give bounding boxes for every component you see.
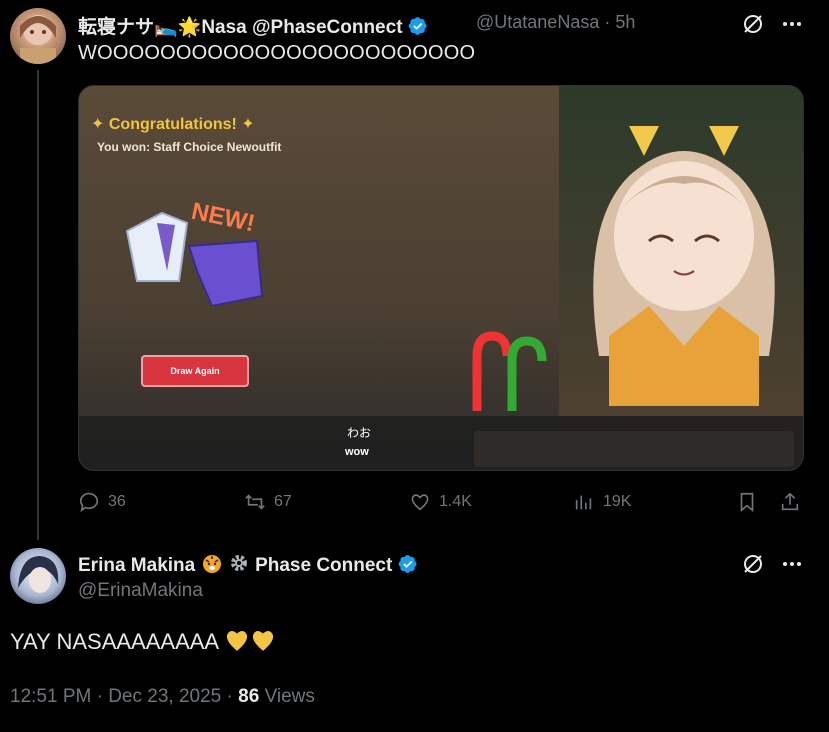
popup-title-row: ✦ Congratulations! ✦	[91, 114, 255, 134]
grok-icon[interactable]	[741, 552, 765, 581]
sparkle-icon: ✦	[91, 116, 109, 133]
handle-2[interactable]: @ErinaMakina	[78, 580, 203, 602]
views-number: 86	[238, 686, 260, 707]
subtitle-jp: わお	[347, 426, 372, 440]
popup-subtitle: You won: Staff Choice Newoutfit	[97, 140, 282, 154]
draw-again-label: Draw Again	[170, 366, 220, 376]
tweet-meta: @UtataneNasa · 5h	[476, 12, 635, 33]
tweet-text-2: YAY NASAAAAAAAA	[10, 628, 276, 658]
like-count: 1.4K	[439, 493, 472, 510]
draw-again-button[interactable]: Draw Again	[141, 355, 249, 387]
avatar-erina[interactable]	[10, 548, 66, 604]
handle[interactable]: @UtataneNasa	[476, 12, 599, 32]
thread-line	[37, 70, 39, 540]
tiger-face-icon	[201, 552, 223, 580]
paw-mat	[474, 431, 794, 467]
popup-title: Congratulations!	[108, 116, 237, 133]
more-options-icon[interactable]	[780, 552, 804, 581]
views-button[interactable]: 19K	[573, 491, 631, 513]
yellow-heart-icon	[224, 628, 250, 658]
author-name[interactable]: 転寝ナサ🛌🌟Nasa @PhaseConnect	[78, 12, 428, 39]
separator-dot: ·	[226, 686, 239, 707]
bookmark-icon	[740, 492, 754, 513]
post-timestamp[interactable]: 12:51 PM · Dec 23, 2025	[10, 686, 221, 707]
tweet-media[interactable]: ✦ Congratulations! ✦ You won: Staff Choi…	[78, 85, 804, 471]
share-button[interactable]	[779, 491, 801, 513]
repost-icon	[245, 494, 265, 510]
display-name[interactable]: 転寝ナサ🛌🌟Nasa @PhaseConnect	[78, 17, 403, 38]
verified-badge-icon	[398, 555, 417, 573]
analytics-icon	[575, 495, 592, 510]
avatar-nasa[interactable]	[10, 8, 66, 64]
like-button[interactable]: 1.4K	[409, 491, 472, 513]
heart-icon	[411, 494, 429, 511]
display-name-2[interactable]: Erina Makina	[78, 555, 195, 576]
repost-count: 67	[274, 493, 292, 510]
tweet-text: WOOOOOOOOOOOOOOOOOOOOOOOO	[78, 42, 476, 64]
repost-button[interactable]: 67	[244, 491, 292, 513]
grok-icon[interactable]	[741, 12, 765, 41]
post-meta: 12:51 PM · Dec 23, 2025 · 86 Views	[10, 686, 315, 708]
share-icon	[781, 492, 799, 511]
views-count: 19K	[603, 493, 632, 510]
affiliation[interactable]: Phase Connect	[255, 555, 392, 576]
author-name-2[interactable]: Erina Makina Phase Connect	[78, 552, 418, 580]
gear-icon	[228, 552, 250, 580]
more-options-icon[interactable]	[780, 12, 804, 41]
reply-icon	[79, 492, 99, 513]
yellow-heart-icon	[250, 628, 276, 658]
subtitle-en: wow	[345, 446, 369, 458]
reply-count: 36	[108, 493, 126, 510]
verified-badge-icon	[408, 17, 427, 35]
views-label: Views	[264, 686, 315, 707]
vtuber-avatar	[593, 126, 775, 406]
reply-button[interactable]: 36	[78, 491, 126, 513]
separator-dot: ·	[604, 12, 611, 32]
tweet-text-2-content: YAY NASAAAAAAAA	[10, 629, 218, 654]
sparkle-icon: ✦	[236, 116, 255, 133]
candy-cane-icon	[472, 331, 547, 411]
timestamp[interactable]: 5h	[615, 12, 635, 32]
bookmark-button[interactable]	[736, 491, 758, 513]
